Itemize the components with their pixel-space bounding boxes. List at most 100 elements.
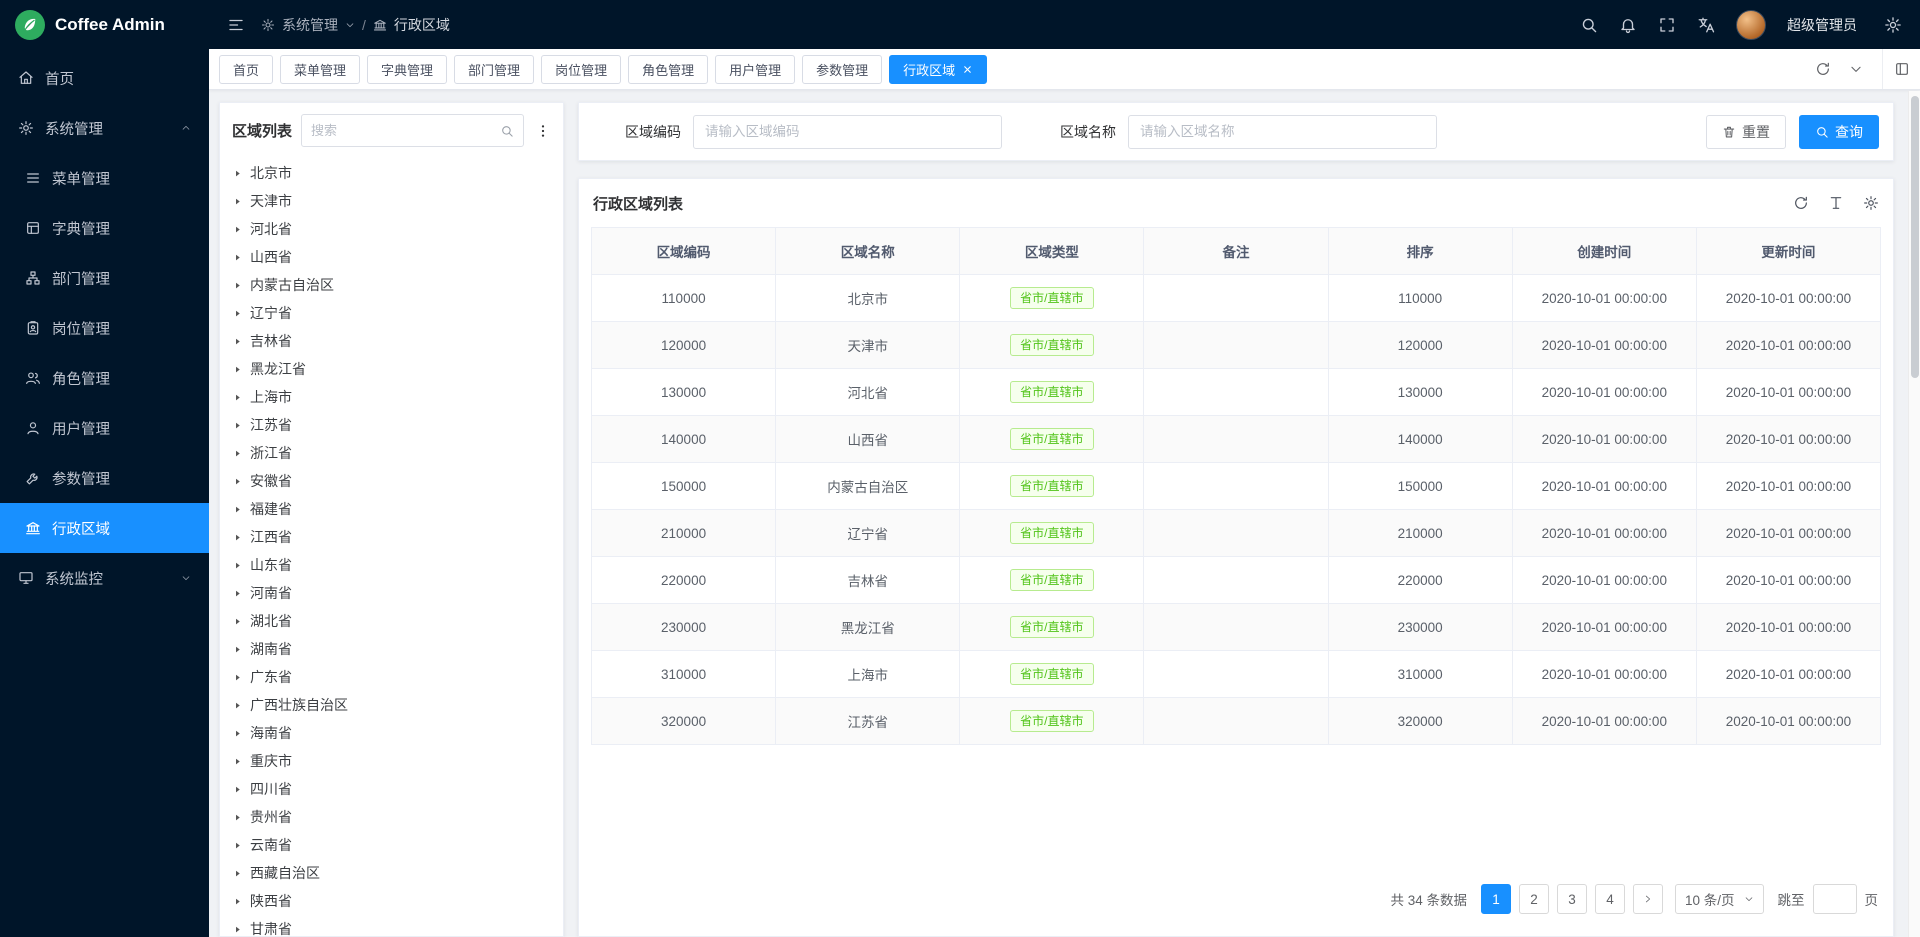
tree-item[interactable]: 内蒙古自治区 (220, 271, 563, 299)
app-logo[interactable]: Coffee Admin (0, 0, 209, 49)
table-row[interactable]: 140000山西省省市/直辖市1400002020-10-01 00:00:00… (592, 416, 1881, 463)
table-row[interactable]: 230000黑龙江省省市/直辖市2300002020-10-01 00:00:0… (592, 604, 1881, 651)
cell-updated: 2020-10-01 00:00:00 (1696, 698, 1880, 745)
more-options-icon[interactable] (533, 123, 553, 139)
tab-user-management[interactable]: 用户管理 (715, 55, 795, 84)
column-settings-gear-icon[interactable] (1863, 195, 1879, 211)
tree-item[interactable]: 四川省 (220, 775, 563, 803)
sidebar-item-dict-management[interactable]: 字典管理 (0, 203, 209, 253)
tree-item[interactable]: 福建省 (220, 495, 563, 523)
reset-button[interactable]: 重置 (1706, 115, 1786, 149)
tree-item[interactable]: 云南省 (220, 831, 563, 859)
tree-item[interactable]: 上海市 (220, 383, 563, 411)
sidebar-item-system-monitor[interactable]: 系统监控 (0, 553, 209, 603)
table-row[interactable]: 150000内蒙古自治区省市/直辖市1500002020-10-01 00:00… (592, 463, 1881, 510)
query-button[interactable]: 查询 (1799, 115, 1879, 149)
table-row[interactable]: 320000江苏省省市/直辖市3200002020-10-01 00:00:00… (592, 698, 1881, 745)
table-row[interactable]: 220000吉林省省市/直辖市2200002020-10-01 00:00:00… (592, 557, 1881, 604)
table-row[interactable]: 130000河北省省市/直辖市1300002020-10-01 00:00:00… (592, 369, 1881, 416)
tree-item[interactable]: 河南省 (220, 579, 563, 607)
next-page-button[interactable] (1633, 884, 1663, 914)
tree-item[interactable]: 海南省 (220, 719, 563, 747)
tree-item[interactable]: 西藏自治区 (220, 859, 563, 887)
page-scrollbar[interactable] (1908, 91, 1920, 937)
tab-role-management[interactable]: 角色管理 (628, 55, 708, 84)
layout-toggle-button[interactable] (1882, 49, 1920, 89)
sidebar-item-home[interactable]: 首页 (0, 53, 209, 103)
sidebar-item-post-management[interactable]: 岗位管理 (0, 303, 209, 353)
tree-item[interactable]: 江西省 (220, 523, 563, 551)
tree-item[interactable]: 吉林省 (220, 327, 563, 355)
tab-home[interactable]: 首页 (219, 55, 273, 84)
tree-item[interactable]: 河北省 (220, 215, 563, 243)
table-row[interactable]: 110000北京市省市/直辖市1100002020-10-01 00:00:00… (592, 275, 1881, 322)
chevron-down-icon (345, 20, 355, 30)
tree-item[interactable]: 湖北省 (220, 607, 563, 635)
tree-item[interactable]: 黑龙江省 (220, 355, 563, 383)
breadcrumb-parent[interactable]: 系统管理 (282, 15, 338, 35)
table-row[interactable]: 310000上海市省市/直辖市3100002020-10-01 00:00:00… (592, 651, 1881, 698)
region-code-input[interactable] (693, 115, 1002, 149)
tree-item[interactable]: 湖南省 (220, 635, 563, 663)
cell-updated: 2020-10-01 00:00:00 (1696, 604, 1880, 651)
tree-item[interactable]: 广西壮族自治区 (220, 691, 563, 719)
translate-icon[interactable] (1697, 16, 1715, 34)
tab-dept-management[interactable]: 部门管理 (454, 55, 534, 84)
sidebar-item-system-management[interactable]: 系统管理 (0, 103, 209, 153)
tree-item[interactable]: 贵州省 (220, 803, 563, 831)
page-button-1[interactable]: 1 (1481, 884, 1511, 914)
tab-dict-management[interactable]: 字典管理 (367, 55, 447, 84)
tree-item[interactable]: 北京市 (220, 159, 563, 187)
tree-item[interactable]: 甘肃省 (220, 915, 563, 936)
chevron-down-icon[interactable] (1849, 62, 1863, 76)
page-button-3[interactable]: 3 (1557, 884, 1587, 914)
collapse-menu-icon[interactable] (227, 16, 245, 34)
sidebar-item-role-management[interactable]: 角色管理 (0, 353, 209, 403)
table-row[interactable]: 210000辽宁省省市/直辖市2100002020-10-01 00:00:00… (592, 510, 1881, 557)
tree-item[interactable]: 浙江省 (220, 439, 563, 467)
refresh-icon[interactable] (1793, 195, 1809, 211)
scrollbar-thumb[interactable] (1911, 96, 1919, 378)
tree-search-input[interactable] (311, 123, 494, 138)
page-button-4[interactable]: 4 (1595, 884, 1625, 914)
refresh-icon[interactable] (1815, 61, 1831, 77)
search-icon[interactable] (500, 124, 514, 138)
tab-post-management[interactable]: 岗位管理 (541, 55, 621, 84)
avatar[interactable] (1736, 10, 1766, 40)
row-height-icon[interactable] (1828, 195, 1844, 211)
tree-item[interactable]: 山西省 (220, 243, 563, 271)
table-row[interactable]: 120000天津市省市/直辖市1200002020-10-01 00:00:00… (592, 322, 1881, 369)
sidebar-item-admin-region[interactable]: 行政区域 (0, 503, 209, 553)
cell-remark (1144, 275, 1328, 322)
region-name-input[interactable] (1128, 115, 1437, 149)
cell-type: 省市/直辖市 (960, 557, 1144, 604)
settings-gear-icon[interactable] (1884, 16, 1902, 34)
tree-item[interactable]: 天津市 (220, 187, 563, 215)
tree-item[interactable]: 辽宁省 (220, 299, 563, 327)
search-icon[interactable] (1580, 16, 1598, 34)
fullscreen-icon[interactable] (1658, 16, 1676, 34)
tree-item[interactable]: 安徽省 (220, 467, 563, 495)
page-size-select[interactable]: 10 条/页 (1675, 884, 1764, 914)
sidebar-item-menu-management[interactable]: 菜单管理 (0, 153, 209, 203)
breadcrumb-separator: / (362, 17, 366, 33)
tree-item[interactable]: 陕西省 (220, 887, 563, 915)
work-area: 区域编码 区域名称 重置 查询 (578, 102, 1894, 937)
page-button-2[interactable]: 2 (1519, 884, 1549, 914)
tab-close-icon[interactable] (962, 64, 973, 75)
sidebar-item-user-management[interactable]: 用户管理 (0, 403, 209, 453)
tree-item[interactable]: 江苏省 (220, 411, 563, 439)
cell-code: 220000 (592, 557, 776, 604)
jump-page-input[interactable] (1813, 884, 1857, 914)
tree-item[interactable]: 广东省 (220, 663, 563, 691)
username[interactable]: 超级管理员 (1787, 15, 1857, 35)
tree-item[interactable]: 山东省 (220, 551, 563, 579)
tree-item[interactable]: 重庆市 (220, 747, 563, 775)
tab-admin-region[interactable]: 行政区域 (889, 55, 987, 84)
tab-param-management[interactable]: 参数管理 (802, 55, 882, 84)
tab-menu-management[interactable]: 菜单管理 (280, 55, 360, 84)
bell-icon[interactable] (1619, 16, 1637, 34)
sidebar-item-dept-management[interactable]: 部门管理 (0, 253, 209, 303)
sidebar-item-param-management[interactable]: 参数管理 (0, 453, 209, 503)
cell-remark (1144, 510, 1328, 557)
